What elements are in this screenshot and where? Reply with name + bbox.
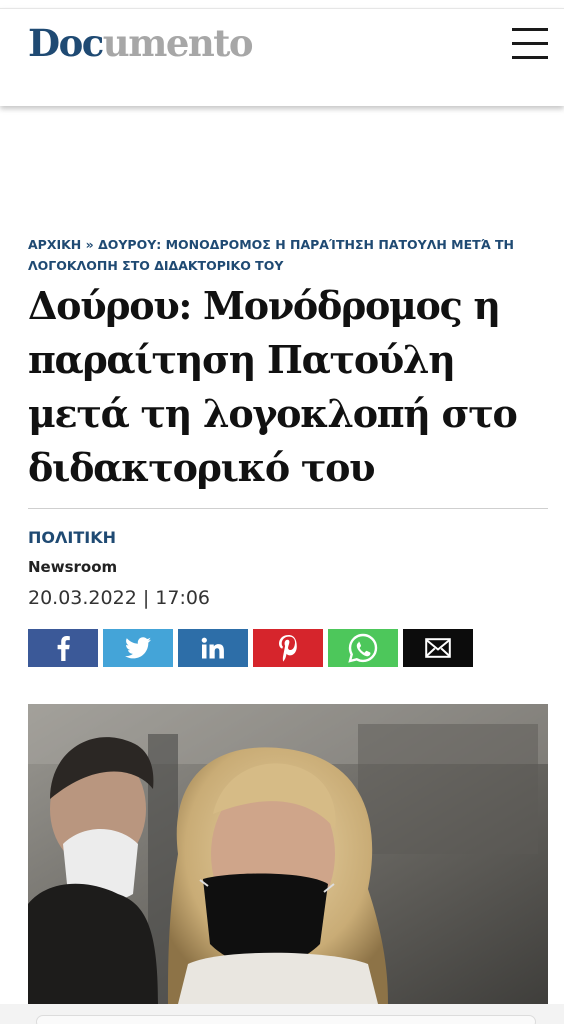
share-linkedin-button[interactable] [178,629,248,667]
browser-bottom-bar [0,1004,564,1024]
pinterest-icon [279,635,297,662]
article-category-link[interactable]: ΠΟΛΙΤΙΚΗ [28,528,116,547]
article-date: 20.03.2022 | 17:06 [28,587,211,609]
share-twitter-button[interactable] [103,629,173,667]
site-header: Documento [0,8,564,106]
share-whatsapp-button[interactable] [328,629,398,667]
breadcrumb-separator: » [85,237,94,252]
breadcrumb-current: ΔΟΥΡΟΥ: ΜΟΝΟΔΡΟΜΟΣ Η ΠΑΡΑΊΤΗΣΗ ΠΑΤΟΥΛΗ Μ… [28,237,514,273]
share-facebook-button[interactable] [28,629,98,667]
linkedin-icon [201,637,224,659]
whatsapp-icon [348,633,378,663]
article-title: Δούρου: Μονόδρομος η παραίτηση Πατούλη μ… [28,283,518,490]
logo-text-primary: Doc [28,21,104,65]
email-icon [425,638,451,658]
article-featured-photo [28,704,548,1004]
divider [28,508,548,509]
browser-address-bar[interactable] [36,1015,536,1024]
hamburger-menu-icon[interactable] [512,28,548,60]
share-pinterest-button[interactable] [253,629,323,667]
share-email-button[interactable] [403,629,473,667]
site-logo[interactable]: Documento [28,21,254,65]
twitter-icon [125,637,151,659]
breadcrumb-home-link[interactable]: ΑΡΧΙΚΗ [28,237,81,252]
share-bar [28,629,473,667]
breadcrumb: ΑΡΧΙΚΗ » ΔΟΥΡΟΥ: ΜΟΝΟΔΡΟΜΟΣ Η ΠΑΡΑΊΤΗΣΗ … [28,234,538,276]
facebook-icon [57,636,70,661]
photo-illustration [28,704,548,1004]
article-author: Newsroom [28,558,118,576]
logo-text-secondary: umento [102,21,254,65]
